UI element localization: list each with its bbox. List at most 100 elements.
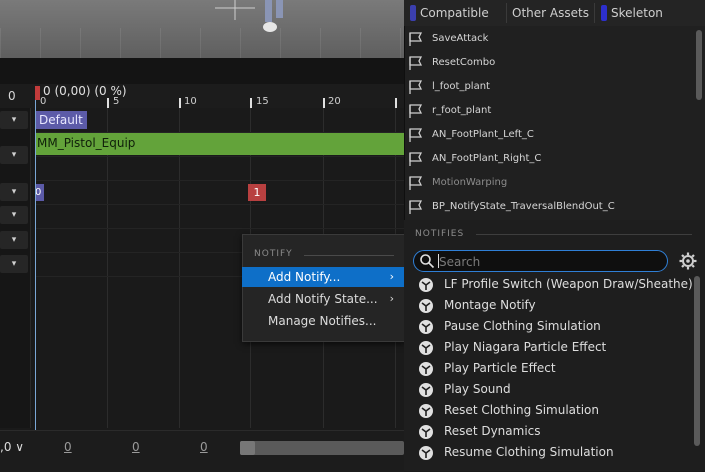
tick-label: 0 <box>40 96 47 107</box>
viewport-preview[interactable] <box>0 0 404 58</box>
track-dropdown[interactable]: ▾ <box>0 206 28 224</box>
track-dropdown[interactable]: ▾ <box>0 146 28 164</box>
list-item[interactable]: MotionWarping <box>404 172 694 194</box>
track-dropdown[interactable]: ▾ <box>0 183 28 201</box>
list-item[interactable]: Resume Clothing Simulation <box>406 442 692 463</box>
menu-heading-divider <box>304 255 394 256</box>
range-start-field[interactable]: 0 <box>64 440 72 454</box>
filter-separator <box>594 3 595 23</box>
list-item[interactable]: r_foot_plant <box>404 100 694 122</box>
list-item-label: Play Niagara Particle Effect <box>444 340 607 354</box>
gizmo-icon <box>215 0 255 20</box>
montage-section-bar[interactable]: MM_Pistol_Equip <box>35 133 404 155</box>
filter-color-swatch <box>601 5 607 21</box>
notify-flag-icon <box>409 152 423 166</box>
notify-flag-icon <box>409 176 423 190</box>
notify-flag-icon <box>409 32 423 46</box>
notifies-scrollbar[interactable] <box>694 276 700 446</box>
list-scrollbar[interactable] <box>696 30 702 100</box>
list-item[interactable]: Montage Notify <box>406 295 692 316</box>
floor-grid <box>0 28 404 58</box>
notify-marker[interactable]: 0 <box>35 184 44 201</box>
filter-label: Other Assets <box>512 6 589 20</box>
tick-mark <box>107 98 109 108</box>
notify-class-icon <box>419 341 433 355</box>
tick-mark <box>323 98 325 108</box>
horizontal-scrollbar[interactable] <box>240 441 404 455</box>
menu-item-add-notify[interactable]: Add Notify... › <box>242 267 404 287</box>
list-item[interactable]: l_foot_plant <box>404 76 694 98</box>
range-end-field[interactable]: 0 <box>200 440 208 454</box>
list-item-label: Resume Clothing Simulation <box>444 445 614 459</box>
list-item[interactable]: Play Particle Effect <box>406 358 692 379</box>
menu-item-manage-notifies[interactable]: Manage Notifies... <box>242 311 404 331</box>
notifies-heading-divider <box>476 234 692 235</box>
list-item-label: r_foot_plant <box>432 105 492 116</box>
list-item-label: Play Particle Effect <box>444 361 556 375</box>
list-item-label: Reset Dynamics <box>444 424 541 438</box>
track-dropdown[interactable]: ▾ <box>0 255 28 273</box>
notify-class-icon <box>419 320 433 334</box>
viewport-divider <box>0 58 404 84</box>
tick-label: 10 <box>184 96 197 107</box>
track-dropdown[interactable]: ▾ <box>0 111 28 129</box>
list-item[interactable]: Pause Clothing Simulation <box>406 316 692 337</box>
slot-default-label[interactable]: Default <box>35 111 87 129</box>
menu-item-label: Add Notify... <box>268 270 341 284</box>
notify-marker-1[interactable]: 1 <box>248 184 266 201</box>
notify-flag-icon <box>409 56 423 70</box>
menu-section-heading: NOTIFY <box>254 249 293 259</box>
list-item-label: l_foot_plant <box>432 81 490 92</box>
tick-mark <box>179 98 181 108</box>
list-item-label: ResetCombo <box>432 57 496 68</box>
track-row <box>35 204 404 229</box>
time-format-dropdown[interactable]: ,0 ∨ <box>0 440 30 460</box>
list-item[interactable]: SaveAttack <box>404 28 694 50</box>
filter-other-assets[interactable]: Other Assets <box>500 3 596 23</box>
list-item-label: LF Profile Switch (Weapon Draw/Sheathe) <box>444 277 693 291</box>
character-feet <box>263 0 283 32</box>
list-item[interactable]: AN_FootPlant_Left_C <box>404 124 694 146</box>
list-item[interactable]: Play Niagara Particle Effect <box>406 337 692 358</box>
list-item-label: Montage Notify <box>444 298 536 312</box>
chevron-right-icon: › <box>389 292 394 305</box>
filter-compatible[interactable]: Compatible <box>408 3 504 23</box>
notifies-heading: NOTIFIES <box>415 229 465 239</box>
list-item-label: SaveAttack <box>432 33 489 44</box>
filter-label: Skeleton <box>611 6 663 20</box>
list-item[interactable]: Reset Dynamics <box>406 421 692 442</box>
list-item[interactable]: LF Profile Switch (Weapon Draw/Sheathe) <box>406 274 693 295</box>
list-item[interactable]: Reset Clothing Simulation <box>406 400 692 421</box>
list-item[interactable]: AN_FootPlant_Right_C <box>404 148 694 170</box>
menu-item-label: Add Notify State... <box>268 292 378 306</box>
track-row <box>35 156 404 181</box>
notify-flag-icon <box>409 128 423 142</box>
notify-flag-icon <box>409 200 423 214</box>
notify-class-icon <box>419 362 433 376</box>
search-input[interactable] <box>437 251 665 273</box>
list-item[interactable]: ResetCombo <box>404 52 694 74</box>
playhead-handle[interactable] <box>35 86 40 100</box>
filter-skeleton[interactable]: Skeleton <box>599 3 689 23</box>
notify-flag-icon <box>409 80 423 94</box>
list-item[interactable]: BP_NotifyState_TraversalBlendOut_C <box>404 196 694 218</box>
scrollbar-thumb[interactable] <box>240 441 255 455</box>
track-row <box>35 180 404 205</box>
notify-class-icon <box>419 278 433 292</box>
tick-mark <box>250 98 252 108</box>
list-item-label: Pause Clothing Simulation <box>444 319 601 333</box>
menu-item-add-notify-state[interactable]: Add Notify State... › <box>242 289 404 309</box>
range-mid-field[interactable]: 0 <box>132 440 140 454</box>
track-row <box>35 108 404 133</box>
notify-class-icon <box>419 383 433 397</box>
notify-class-icon <box>419 446 433 460</box>
list-item-label: AN_FootPlant_Left_C <box>432 129 534 140</box>
tick-label: 15 <box>256 96 269 107</box>
notify-class-icon <box>419 299 433 313</box>
list-item-label: Reset Clothing Simulation <box>444 403 599 417</box>
list-item-label: AN_FootPlant_Right_C <box>432 153 542 164</box>
track-dropdown[interactable]: ▾ <box>0 231 28 249</box>
gear-icon[interactable] <box>678 251 698 271</box>
list-item[interactable]: Play Sound <box>406 379 692 400</box>
tick-label: 5 <box>113 96 120 107</box>
